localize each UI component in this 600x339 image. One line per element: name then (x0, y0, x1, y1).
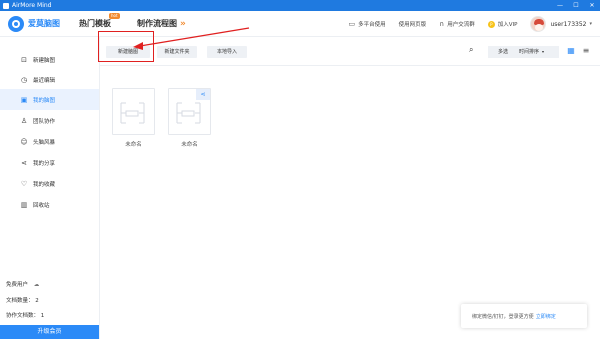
share-icon: ⋖ (21, 158, 27, 167)
sidebar-item-label: 头脑风暴 (33, 139, 56, 146)
highlight-box (98, 31, 154, 62)
hot-badge: hot (109, 13, 120, 19)
sidebar-item-favorites[interactable]: ♡ 我的收藏 (0, 173, 99, 194)
list-view-icon[interactable]: ≡ (581, 46, 591, 56)
clock-icon: ◷ (20, 75, 28, 84)
sidebar-item-label: 团队协作 (33, 118, 56, 125)
sidebar-item-label: 我的脑图 (33, 97, 56, 104)
doc-count-value: 2 (35, 298, 39, 304)
sidebar-item-brainstorm[interactable]: ☺ 头脑风暴 (0, 131, 99, 152)
sidebar-item-my-mindmaps[interactable]: ▣ 我的脑图 (0, 89, 99, 110)
maximize-icon[interactable]: ☐ (568, 0, 584, 11)
window-title: AirMore Mind (12, 2, 52, 9)
sidebar-item-label: 新建脑图 (33, 57, 56, 64)
avatar[interactable] (530, 16, 547, 32)
account-type: 免费用户 ☁ (6, 280, 39, 288)
sidebar-item-recent[interactable]: ◷ 最近编辑 (0, 69, 99, 90)
logo-text: 爱莫脑图 (28, 19, 60, 28)
toolbar: 新建脑图 新建文件夹 本地导入 ⌕ 多选 时间排序 ▾ ▦ ≡ (98, 31, 600, 66)
sort-label: 时间排序 (519, 49, 540, 55)
sort-dropdown[interactable]: 时间排序 ▾ (511, 46, 559, 58)
sidebar-item-label: 最近编辑 (33, 77, 56, 84)
toast-text: 绑定微信/钉钉，登录更方便 (472, 313, 534, 320)
my-mindmap-icon: ▣ (20, 95, 28, 104)
search-icon[interactable]: ⌕ (469, 45, 473, 55)
sidebar-item-label: 回收站 (33, 202, 50, 209)
local-import-button[interactable]: 本地导入 (207, 46, 247, 58)
grid-view-icon[interactable]: ▦ (566, 46, 576, 56)
nav-flowchart[interactable]: 制作流程图» (137, 18, 186, 29)
file-card[interactable]: ⋖ (168, 88, 211, 135)
heart-icon: ♡ (20, 179, 28, 188)
sidebar-item-trash[interactable]: ▥ 回收站 (0, 194, 99, 215)
logo-icon (8, 15, 24, 32)
cloud-icon: ☁ (33, 282, 40, 288)
bind-now-link[interactable]: 立即绑定 (536, 313, 556, 320)
app-icon (3, 2, 9, 9)
minimize-icon[interactable]: — (552, 0, 568, 11)
nav-flowchart-label: 制作流程图 (137, 19, 177, 28)
collab-count: 协作文档数： 1 (6, 311, 44, 319)
join-vip-label: 加入VIP (497, 22, 518, 28)
team-icon: ♙ (20, 116, 28, 125)
join-vip-link[interactable]: P 加入VIP (487, 20, 518, 28)
shared-icon: ⋖ (196, 89, 210, 100)
doc-count-label: 文档数量： (6, 298, 34, 304)
double-chevron-icon: » (180, 19, 186, 29)
close-icon[interactable]: ✕ (584, 0, 600, 11)
user-group-link[interactable]: ∩ 用户交流群 (439, 20, 475, 28)
file-name[interactable]: 未命名 (168, 140, 211, 148)
nav-hot-templates[interactable]: 热门模板 hot (79, 13, 120, 29)
mindmap-thumbnail-icon (120, 102, 145, 124)
account-type-label: 免费用户 (6, 282, 29, 288)
user-menu-chevron-icon[interactable]: ▾ (589, 21, 592, 27)
collab-count-label: 协作文档数： (6, 313, 40, 319)
sidebar: ⊡ 新建脑图 ◷ 最近编辑 ▣ 我的脑图 ♙ 团队协作 ☺ 头脑风暴 ⋖ 我的分… (0, 37, 100, 339)
file-name[interactable]: 未命名 (112, 140, 155, 148)
multi-platform-label: 多平台使用 (358, 22, 386, 28)
headset-icon: ∩ (439, 20, 445, 28)
nav-hot-templates-label: 热门模板 (79, 19, 111, 28)
vip-icon: P (487, 20, 495, 28)
doc-count: 文档数量： 2 (6, 296, 39, 304)
logo[interactable]: 爱莫脑图 (8, 15, 74, 32)
header: 爱莫脑图 热门模板 hot 制作流程图» ▭ 多平台使用 使用网页版 ∩ 用户交… (0, 11, 600, 37)
title-bar: AirMore Mind — ☐ ✕ (0, 0, 600, 11)
brainstorm-icon: ☺ (20, 137, 28, 146)
sidebar-item-new-mindmap[interactable]: ⊡ 新建脑图 (0, 49, 99, 70)
trash-icon: ▥ (20, 200, 28, 209)
sidebar-item-label: 我的收藏 (33, 181, 56, 188)
username[interactable]: user173352 (550, 21, 586, 28)
user-group-label: 用户交流群 (447, 22, 475, 28)
file-card[interactable] (112, 88, 155, 135)
collab-count-value: 1 (40, 313, 45, 319)
sidebar-item-team[interactable]: ♙ 团队协作 (0, 110, 99, 131)
multi-platform-link[interactable]: ▭ 多平台使用 (348, 20, 385, 28)
new-folder-button[interactable]: 新建文件夹 (157, 46, 197, 58)
bind-account-toast: 绑定微信/钉钉，登录更方便 立即绑定 (461, 304, 587, 328)
sidebar-item-share[interactable]: ⋖ 我的分享 (0, 152, 99, 173)
app-window: AirMore Mind — ☐ ✕ 爱莫脑图 热门模板 hot 制作流程图» … (0, 0, 600, 339)
web-version-label: 使用网页版 (398, 22, 427, 28)
chevron-down-icon: ▾ (542, 49, 545, 54)
sidebar-item-label: 我的分享 (33, 160, 56, 167)
upgrade-button[interactable]: 升级会员 (0, 325, 99, 339)
monitor-icon: ▭ (348, 20, 356, 28)
web-version-link[interactable]: 使用网页版 (399, 20, 427, 28)
new-file-icon: ⊡ (21, 55, 27, 64)
